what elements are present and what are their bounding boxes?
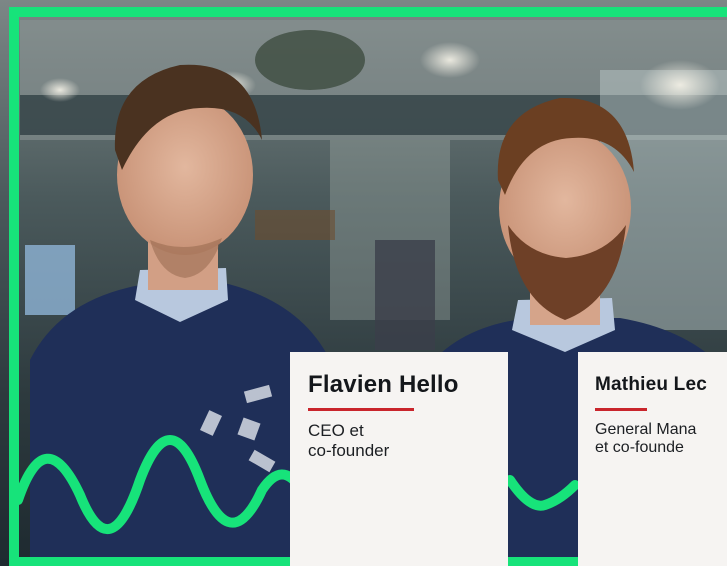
red-divider xyxy=(308,408,414,412)
person-card-mathieu: Mathieu Lec General Mana et co-founde xyxy=(578,352,727,566)
red-divider xyxy=(595,407,647,411)
team-photo-banner: Flavien Hello CEO et co-founder Mathieu … xyxy=(0,0,727,566)
person-card-flavien: Flavien Hello CEO et co-founder xyxy=(290,352,508,566)
person-role: CEO et co-founder xyxy=(308,421,390,460)
person-role: General Mana et co-founde xyxy=(595,420,697,457)
person-name: Mathieu Lec xyxy=(595,374,707,395)
person-name: Flavien Hello xyxy=(308,371,459,398)
